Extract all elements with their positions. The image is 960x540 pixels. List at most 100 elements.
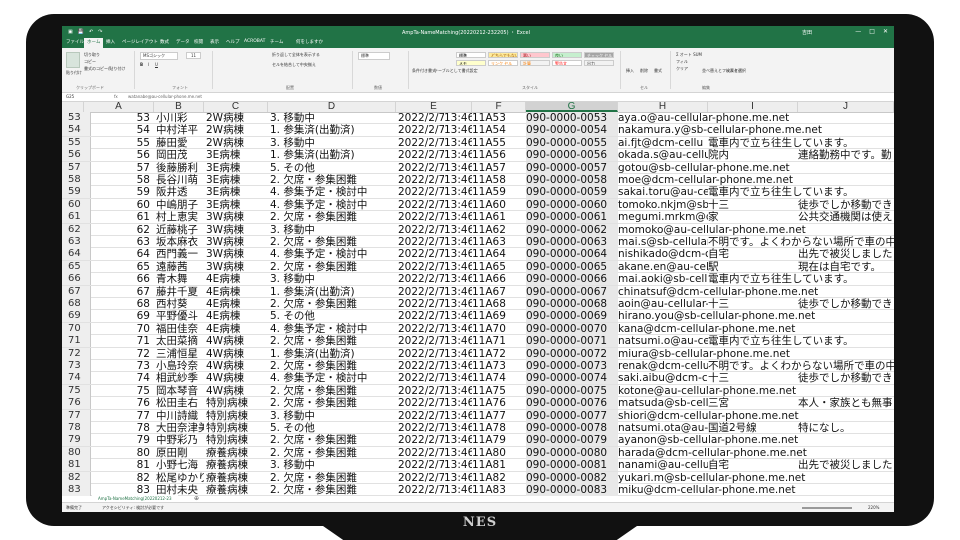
style-neutral[interactable]: どちらでもない xyxy=(488,52,518,58)
cell-phone[interactable]: 090-0000-0080 xyxy=(526,447,618,459)
cell-a[interactable]: 74 xyxy=(84,372,150,384)
cell-code[interactable]: 11A59 xyxy=(472,186,526,198)
cell-code[interactable]: 11A67 xyxy=(472,286,526,298)
cell-a[interactable]: 58 xyxy=(84,174,150,186)
cell-time[interactable]: 13:46 xyxy=(444,385,472,397)
style-normal[interactable]: 標準 xyxy=(456,52,486,58)
cell-location[interactable]: 国道2号線 xyxy=(708,422,798,434)
cell-status[interactable]: 4. 参集予定・検討中 xyxy=(270,248,398,260)
cell-phone[interactable]: 090-0000-0060 xyxy=(526,199,618,211)
cell-phone[interactable]: 090-0000-0058 xyxy=(526,174,618,186)
cell-name[interactable]: 小野七海 xyxy=(156,459,204,471)
cell-code[interactable]: 11A63 xyxy=(472,236,526,248)
minimize-button[interactable]: — xyxy=(855,28,861,35)
cell-status[interactable]: 5. その他 xyxy=(270,162,398,174)
cell-ward[interactable]: 療養病棟 xyxy=(206,472,268,484)
cell-a[interactable]: 79 xyxy=(84,434,150,446)
cell-status[interactable]: 5. その他 xyxy=(270,422,398,434)
cell-status[interactable]: 2. 欠席・参集困難 xyxy=(270,484,398,496)
column-header-a[interactable]: A xyxy=(84,102,154,112)
cell-date[interactable]: 2022/2/7 xyxy=(398,248,444,260)
cell-note[interactable] xyxy=(798,434,894,446)
column-header-b[interactable]: B xyxy=(154,102,204,112)
cell-date[interactable]: 2022/2/7 xyxy=(398,261,444,273)
cell-status[interactable]: 3. 移動中 xyxy=(270,112,398,124)
cell-date[interactable]: 2022/2/7 xyxy=(398,385,444,397)
cell-email[interactable]: nanami@au-cellula xyxy=(618,459,708,471)
clear-button[interactable]: クリア xyxy=(676,66,688,72)
cell-date[interactable]: 2022/2/7 xyxy=(398,273,444,285)
cell-ward[interactable]: 2W病棟 xyxy=(206,137,268,149)
cell-name[interactable]: 後藤勝利 xyxy=(156,162,204,174)
cell-code[interactable]: 11A53 xyxy=(472,112,526,124)
formula-input[interactable]: watanabe@au-cellular-phone.me.net xyxy=(128,94,202,99)
cell-email[interactable]: natsumi.o@au-cel xyxy=(618,335,708,347)
cell-time[interactable]: 13:46 xyxy=(444,174,472,186)
cell-email[interactable]: mai.s@sb-cellular xyxy=(618,236,708,248)
italic-button[interactable]: I xyxy=(148,62,149,67)
cell-date[interactable]: 2022/2/7 xyxy=(398,459,444,471)
cell-note[interactable] xyxy=(798,112,894,124)
cell-name[interactable]: 小川彩 xyxy=(156,112,204,124)
cell-ward[interactable]: 4W病棟 xyxy=(206,372,268,384)
cell-time[interactable]: 13:46 xyxy=(444,472,472,484)
cell-time[interactable]: 13:46 xyxy=(444,397,472,409)
cell-phone[interactable]: 090-0000-0055 xyxy=(526,137,618,149)
cell-code[interactable]: 11A77 xyxy=(472,410,526,422)
cell-ward[interactable]: 療養病棟 xyxy=(206,459,268,471)
cell-name[interactable]: 村上恵実 xyxy=(156,211,204,223)
cell-a[interactable]: 80 xyxy=(84,447,150,459)
tab-insert[interactable]: 挿入 xyxy=(106,39,115,45)
cell-code[interactable]: 11A71 xyxy=(472,335,526,347)
style-good[interactable]: 良い xyxy=(552,52,582,58)
cell-a[interactable]: 56 xyxy=(84,149,150,161)
cell-time[interactable]: 13:46 xyxy=(444,484,472,496)
cell-email[interactable]: ai.fjt@dcm-cellu xyxy=(618,137,708,149)
cell-phone[interactable]: 090-0000-0068 xyxy=(526,298,618,310)
cell-note[interactable]: 連絡勤務中です。勤 xyxy=(798,149,894,161)
cell-status[interactable]: 4. 参集予定・検討中 xyxy=(270,186,398,198)
cell-phone[interactable]: 090-0000-0053 xyxy=(526,112,618,124)
cell-status[interactable]: 4. 参集予定・検討中 xyxy=(270,323,398,335)
cell-date[interactable]: 2022/2/7 xyxy=(398,360,444,372)
cell-note[interactable] xyxy=(798,484,894,496)
cell-code[interactable]: 11A66 xyxy=(472,273,526,285)
cell-status[interactable]: 2. 欠席・参集困難 xyxy=(270,385,398,397)
cell-time[interactable]: 13:46 xyxy=(444,124,472,136)
cell-note[interactable] xyxy=(798,385,894,397)
cell-status[interactable]: 2. 欠席・参集困難 xyxy=(270,261,398,273)
cell-ward[interactable]: 特別病棟 xyxy=(206,434,268,446)
cell-ward[interactable]: 2W病棟 xyxy=(206,112,268,124)
cell-note[interactable] xyxy=(798,286,894,298)
cell-code[interactable]: 11A61 xyxy=(472,211,526,223)
cell-ward[interactable]: 特別病棟 xyxy=(206,397,268,409)
column-header-g[interactable]: G xyxy=(526,102,618,112)
cell-name[interactable]: 阪井透 xyxy=(156,186,204,198)
cell-ward[interactable]: 特別病棟 xyxy=(206,422,268,434)
tab-view[interactable]: 表示 xyxy=(210,39,219,45)
save-icon[interactable]: 💾 xyxy=(78,29,84,35)
cell-phone[interactable]: 090-0000-0062 xyxy=(526,224,618,236)
cell-phone[interactable]: 090-0000-0056 xyxy=(526,149,618,161)
cell-email[interactable]: saki.aibu@dcm-ce xyxy=(618,372,708,384)
cell-note[interactable] xyxy=(798,472,894,484)
cell-note[interactable]: 徒歩でしか移動でき xyxy=(798,372,894,384)
cell-time[interactable]: 13:46 xyxy=(444,410,472,422)
tab-formulas[interactable]: 数式 xyxy=(160,39,169,45)
cell-ward[interactable]: 4E病棟 xyxy=(206,273,268,285)
cell-status[interactable]: 3. 移動中 xyxy=(270,410,398,422)
cell-code[interactable]: 11A75 xyxy=(472,385,526,397)
cell-note[interactable] xyxy=(798,124,894,136)
style-warning[interactable]: 警告文 xyxy=(552,60,582,66)
cell-phone[interactable]: 090-0000-0077 xyxy=(526,410,618,422)
cell-a[interactable]: 67 xyxy=(84,286,150,298)
cell-status[interactable]: 4. 参集予定・検討中 xyxy=(270,372,398,384)
cell-location[interactable]: 自宅 xyxy=(708,248,798,260)
cell-name[interactable]: 大田奈津美 xyxy=(156,422,204,434)
cell-location[interactable]: 十三 xyxy=(708,199,798,211)
cell-phone[interactable]: 090-0000-0063 xyxy=(526,236,618,248)
cell-location[interactable]: 十三 xyxy=(708,298,798,310)
cell-status[interactable]: 5. その他 xyxy=(270,310,398,322)
cell-date[interactable]: 2022/2/7 xyxy=(398,410,444,422)
cell-status[interactable]: 3. 移動中 xyxy=(270,224,398,236)
